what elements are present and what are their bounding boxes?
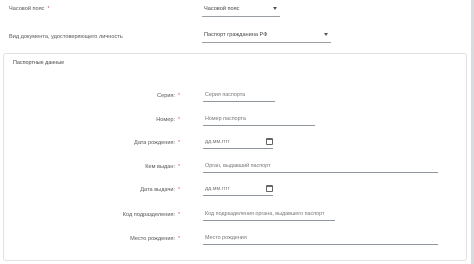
timezone-label: Часовой пояс *	[9, 6, 49, 12]
required-mark: *	[178, 140, 180, 146]
issued-by-label: Кем выдан: *	[145, 164, 180, 170]
required-mark: *	[178, 236, 180, 242]
issue-date-input[interactable]: дд.мм.гггг	[203, 184, 273, 196]
timezone-label-text: Часовой пояс	[9, 6, 45, 12]
birth-place-label: Место рождения: *	[130, 236, 180, 242]
number-label-text: Номер:	[156, 117, 176, 123]
page: Часовой пояс * Часовой пояс Вид документа…	[0, 0, 474, 264]
calendar-icon[interactable]	[266, 185, 273, 192]
issue-date-label: Дата выдачи: *	[140, 187, 180, 193]
calendar-icon[interactable]	[266, 138, 273, 145]
timezone-select[interactable]: Часовой пояс	[202, 3, 280, 17]
series-input[interactable]: Серия паспорта	[203, 90, 275, 102]
required-mark: *	[178, 117, 180, 123]
birth-date-placeholder: дд.мм.гггг	[205, 139, 230, 145]
series-label-text: Серия:	[157, 93, 176, 99]
birth-date-input[interactable]: дд.мм.гггг	[203, 137, 273, 149]
document-type-label: Вид документа, удостоверяющего личность	[9, 34, 123, 40]
subdivision-code-label: Код подразделения: *	[123, 212, 180, 218]
timezone-select-value: Часовой пояс	[204, 6, 240, 12]
birth-date-label: Дата рождения: *	[134, 140, 180, 146]
passport-card-title: Паспортные данные	[13, 60, 65, 66]
passport-card	[3, 53, 467, 261]
document-type-select[interactable]: Паспорт гражданина РФ	[202, 29, 331, 43]
birth-place-input[interactable]: Место рождения	[203, 233, 438, 245]
subdivision-code-placeholder: Код подразделения органа, выдавшего пасп…	[205, 211, 325, 217]
series-placeholder: Серия паспорта	[205, 92, 246, 98]
document-type-select-value: Паспорт гражданина РФ	[204, 32, 268, 38]
number-placeholder: Номер паспорта	[205, 116, 246, 122]
required-mark: *	[178, 164, 180, 170]
required-mark: *	[178, 187, 180, 193]
required-mark: *	[178, 93, 180, 99]
birth-place-placeholder: Место рождения	[205, 235, 247, 241]
birth-place-label-text: Место рождения:	[130, 236, 176, 242]
series-label: Серия: *	[157, 93, 180, 99]
issued-by-input[interactable]: Орган, выдавший паспорт	[203, 161, 438, 173]
chevron-down-icon	[273, 7, 277, 10]
issued-by-label-text: Кем выдан:	[145, 164, 176, 170]
required-mark: *	[47, 6, 50, 12]
number-label: Номер: *	[156, 117, 180, 123]
required-mark: *	[178, 212, 180, 218]
subdivision-code-input[interactable]: Код подразделения органа, выдавшего пасп…	[203, 209, 335, 221]
issue-date-placeholder: дд.мм.гггг	[205, 186, 230, 192]
issued-by-placeholder: Орган, выдавший паспорт	[205, 163, 271, 169]
number-input[interactable]: Номер паспорта	[203, 114, 315, 126]
birth-date-label-text: Дата рождения:	[134, 140, 176, 146]
issue-date-label-text: Дата выдачи:	[140, 187, 176, 193]
chevron-down-icon	[324, 33, 328, 36]
subdivision-code-label-text: Код подразделения:	[122, 212, 176, 218]
